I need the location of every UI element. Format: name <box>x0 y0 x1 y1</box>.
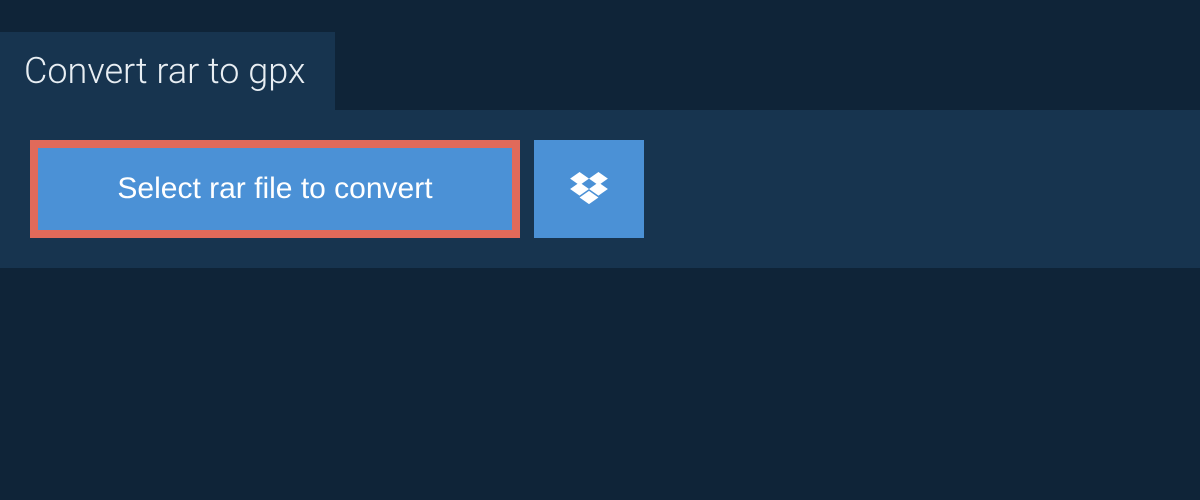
main-panel: Select rar file to convert <box>0 110 1200 268</box>
select-file-label: Select rar file to convert <box>117 172 432 206</box>
select-file-button[interactable]: Select rar file to convert <box>30 140 520 238</box>
dropbox-icon <box>570 172 608 206</box>
tab-header: Convert rar to gpx <box>0 32 335 110</box>
page-title: Convert rar to gpx <box>24 50 305 92</box>
button-row: Select rar file to convert <box>30 140 1170 238</box>
dropbox-button[interactable] <box>534 140 644 238</box>
